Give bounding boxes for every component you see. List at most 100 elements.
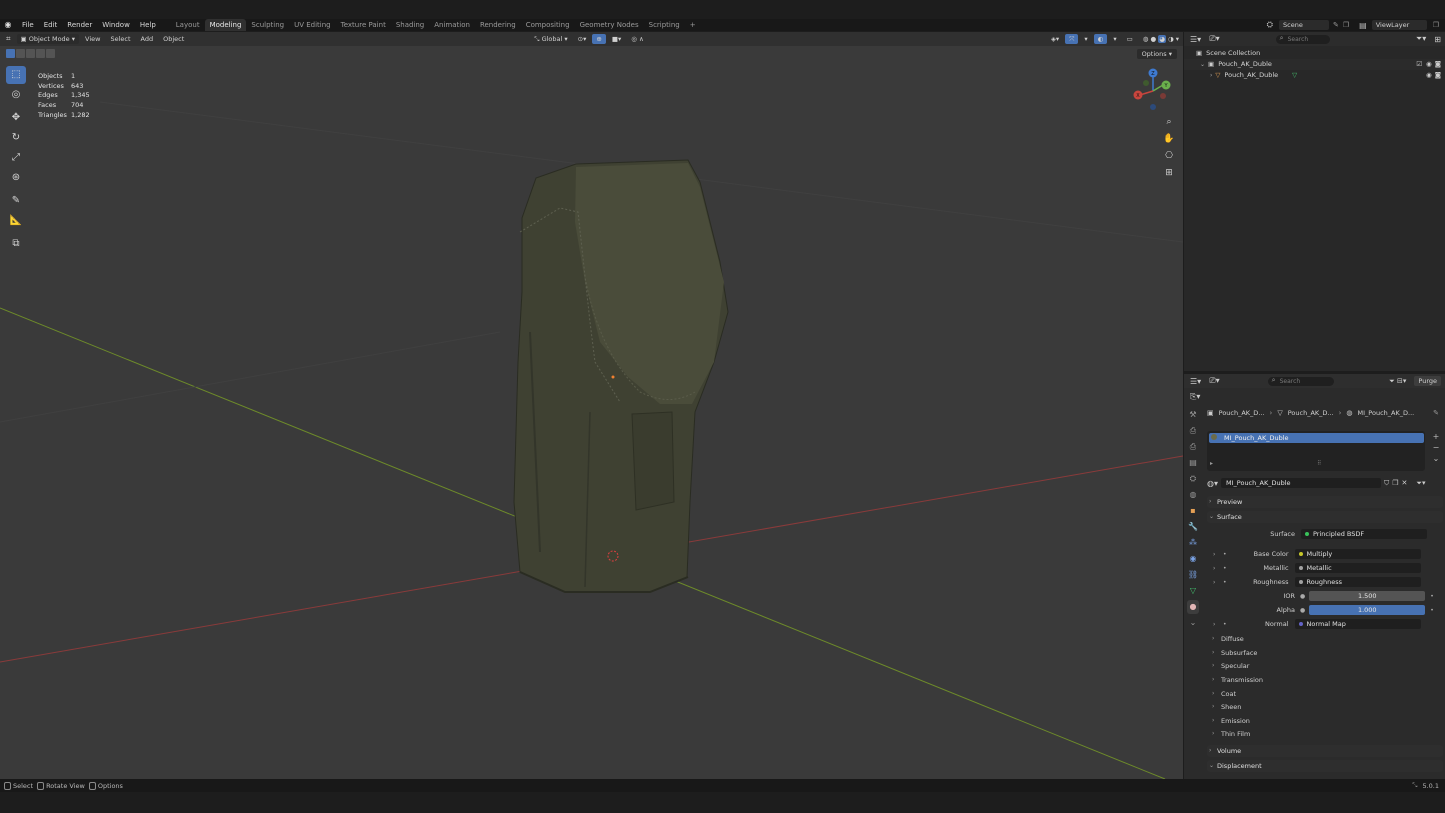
- expand-arrow-icon[interactable]: ⌄: [1200, 59, 1205, 70]
- eye-icon[interactable]: ◉: [1426, 70, 1432, 81]
- menu-help[interactable]: Help: [135, 21, 161, 29]
- display-mode-icon[interactable]: ⎚▾: [1209, 376, 1219, 386]
- properties-top-search-input[interactable]: Search: [1267, 376, 1334, 386]
- base-color-field[interactable]: Multiply: [1294, 549, 1421, 559]
- output-tab-icon[interactable]: ⎙: [1187, 440, 1199, 454]
- scale-tool-icon[interactable]: ⤢: [6, 149, 26, 167]
- data-tab-icon[interactable]: ▽: [1187, 584, 1199, 598]
- subpanel-coat[interactable]: › Coat: [1212, 690, 1236, 698]
- tab-sculpting[interactable]: Sculpting: [246, 19, 289, 31]
- annotate-tool-icon[interactable]: ✎: [6, 192, 26, 210]
- transform-orientation-selector[interactable]: ⤡ Global ▾: [530, 34, 571, 44]
- camera-icon[interactable]: ◙: [1435, 59, 1441, 70]
- expand-arrow-icon[interactable]: ›: [1210, 70, 1212, 81]
- add-cube-tool-icon[interactable]: ⧉: [6, 235, 26, 253]
- rotate-tool-icon[interactable]: ↻: [6, 129, 26, 147]
- tab-geometry-nodes[interactable]: Geometry Nodes: [575, 19, 644, 31]
- new-view-layer-icon[interactable]: ❐: [1433, 21, 1439, 29]
- pan-hand-icon[interactable]: ✋: [1161, 131, 1177, 147]
- select-new-icon[interactable]: [6, 49, 15, 58]
- normal-field[interactable]: Normal Map: [1294, 619, 1421, 629]
- snap-icon[interactable]: ⊕: [592, 34, 606, 44]
- purge-button[interactable]: Purge: [1414, 376, 1441, 386]
- editor-type-icon[interactable]: ☰▾: [1190, 377, 1201, 386]
- editor-type-icon[interactable]: ☰▾: [1190, 35, 1201, 44]
- transform-tool-icon[interactable]: ⊛: [6, 169, 26, 187]
- add-slot-icon[interactable]: +: [1431, 431, 1441, 442]
- expand-arrow-icon[interactable]: ›: [1213, 579, 1223, 586]
- expand-arrow-icon[interactable]: ›: [1213, 551, 1223, 558]
- outliner-row-collection[interactable]: ⌄ ▣ Pouch_AK_Duble ☑ ◉ ◙: [1184, 59, 1445, 70]
- menu-render[interactable]: Render: [62, 21, 97, 29]
- select-invert-icon[interactable]: [36, 49, 45, 58]
- ior-field[interactable]: 1.500: [1309, 591, 1426, 601]
- subpanel-subsurface[interactable]: › Subsurface: [1212, 649, 1257, 657]
- filter-icon[interactable]: ⏷ ⊟▾: [1389, 377, 1406, 386]
- tab-uv-editing[interactable]: UV Editing: [289, 19, 336, 31]
- remove-slot-icon[interactable]: −: [1431, 442, 1441, 453]
- material-browse-icon[interactable]: ◍▾: [1207, 479, 1218, 488]
- tab-modeling[interactable]: Modeling: [204, 19, 247, 31]
- subpanel-specular[interactable]: › Specular: [1212, 662, 1249, 670]
- scene-tab-icon[interactable]: ⛭: [1187, 472, 1199, 486]
- snap-target-icon[interactable]: ■▾: [608, 34, 625, 44]
- camera-view-icon[interactable]: ⎔: [1161, 148, 1177, 164]
- camera-icon[interactable]: ◙: [1435, 70, 1441, 81]
- tab-rendering[interactable]: Rendering: [475, 19, 521, 31]
- overlay-toggle-icon[interactable]: ◐: [1093, 34, 1108, 44]
- expand-arrow-icon[interactable]: ›: [1213, 621, 1223, 628]
- overlay-dropdown-icon[interactable]: ▾: [1109, 34, 1120, 44]
- expand-arrow-icon[interactable]: ▸: [1210, 460, 1213, 467]
- zoom-icon[interactable]: ⌕: [1161, 114, 1177, 130]
- measure-tool-icon[interactable]: 📐: [6, 212, 26, 230]
- add-workspace-button[interactable]: +: [685, 19, 701, 31]
- outliner-row-scene-collection[interactable]: ▣ Scene Collection: [1184, 48, 1445, 59]
- select-subtract-icon[interactable]: [26, 49, 35, 58]
- new-collection-icon[interactable]: ⊞: [1434, 35, 1441, 44]
- menu-view[interactable]: View: [81, 34, 104, 44]
- menu-object[interactable]: Object: [159, 34, 188, 44]
- tab-animation[interactable]: Animation: [429, 19, 475, 31]
- subpanel-thin-film[interactable]: › Thin Film: [1212, 730, 1250, 738]
- panel-volume[interactable]: › Volume: [1207, 745, 1443, 757]
- slot-menu-icon[interactable]: ⌄: [1431, 453, 1441, 464]
- keyframe-dot-icon[interactable]: •: [1430, 593, 1434, 600]
- panel-preview[interactable]: › Preview: [1207, 496, 1443, 508]
- resize-handle-icon[interactable]: ⠿: [1317, 460, 1321, 467]
- checkbox-icon[interactable]: ☑: [1416, 59, 1422, 70]
- tab-shading[interactable]: Shading: [391, 19, 429, 31]
- subpanel-emission[interactable]: › Emission: [1212, 717, 1250, 725]
- world-tab-icon[interactable]: ◍: [1187, 488, 1199, 502]
- pin-icon[interactable]: ✎: [1433, 409, 1439, 417]
- proportional-edit-icon[interactable]: ◎ ∧: [627, 34, 648, 44]
- visibility-icon[interactable]: ◈▾: [1047, 34, 1063, 44]
- move-tool-icon[interactable]: ✥: [6, 109, 26, 127]
- material-tab-icon[interactable]: ●: [1187, 600, 1199, 614]
- editor-type-icon[interactable]: ⌗: [6, 34, 11, 44]
- tool-tab-icon[interactable]: ⚒: [1187, 408, 1199, 422]
- view-layer-tab-icon[interactable]: ▤: [1187, 456, 1199, 470]
- editor-type-icon[interactable]: ⎘▾: [1190, 392, 1200, 402]
- particles-tab-icon[interactable]: ⁂: [1187, 536, 1199, 550]
- menu-edit[interactable]: Edit: [39, 21, 63, 29]
- xray-icon[interactable]: ▭: [1123, 34, 1137, 44]
- scene-selector[interactable]: Scene: [1279, 20, 1329, 30]
- tab-scripting[interactable]: Scripting: [644, 19, 685, 31]
- tab-texture-paint[interactable]: Texture Paint: [336, 19, 391, 31]
- render-tab-icon[interactable]: ⎙: [1187, 424, 1199, 438]
- alpha-field[interactable]: 1.000: [1309, 605, 1426, 615]
- node-tree-icon[interactable]: ⏷▾: [1416, 479, 1425, 488]
- outliner-search-input[interactable]: Search: [1275, 34, 1330, 44]
- menu-file[interactable]: File: [17, 21, 39, 29]
- unlink-material-icon[interactable]: ✕: [1402, 479, 1408, 487]
- view-layer-selector[interactable]: ViewLayer: [1371, 20, 1427, 30]
- duplicate-material-icon[interactable]: ❐: [1392, 479, 1398, 487]
- select-intersect-icon[interactable]: [46, 49, 55, 58]
- cursor-tool-icon[interactable]: ◎: [6, 86, 26, 104]
- shading-modes-icon[interactable]: ◍ ● ◕ ◑ ▾: [1139, 34, 1183, 44]
- surface-shader-field[interactable]: Principled BSDF: [1301, 529, 1427, 539]
- eye-icon[interactable]: ◉: [1426, 59, 1432, 70]
- menu-select[interactable]: Select: [106, 34, 134, 44]
- expand-arrow-icon[interactable]: ›: [1213, 565, 1223, 572]
- tab-compositing[interactable]: Compositing: [521, 19, 575, 31]
